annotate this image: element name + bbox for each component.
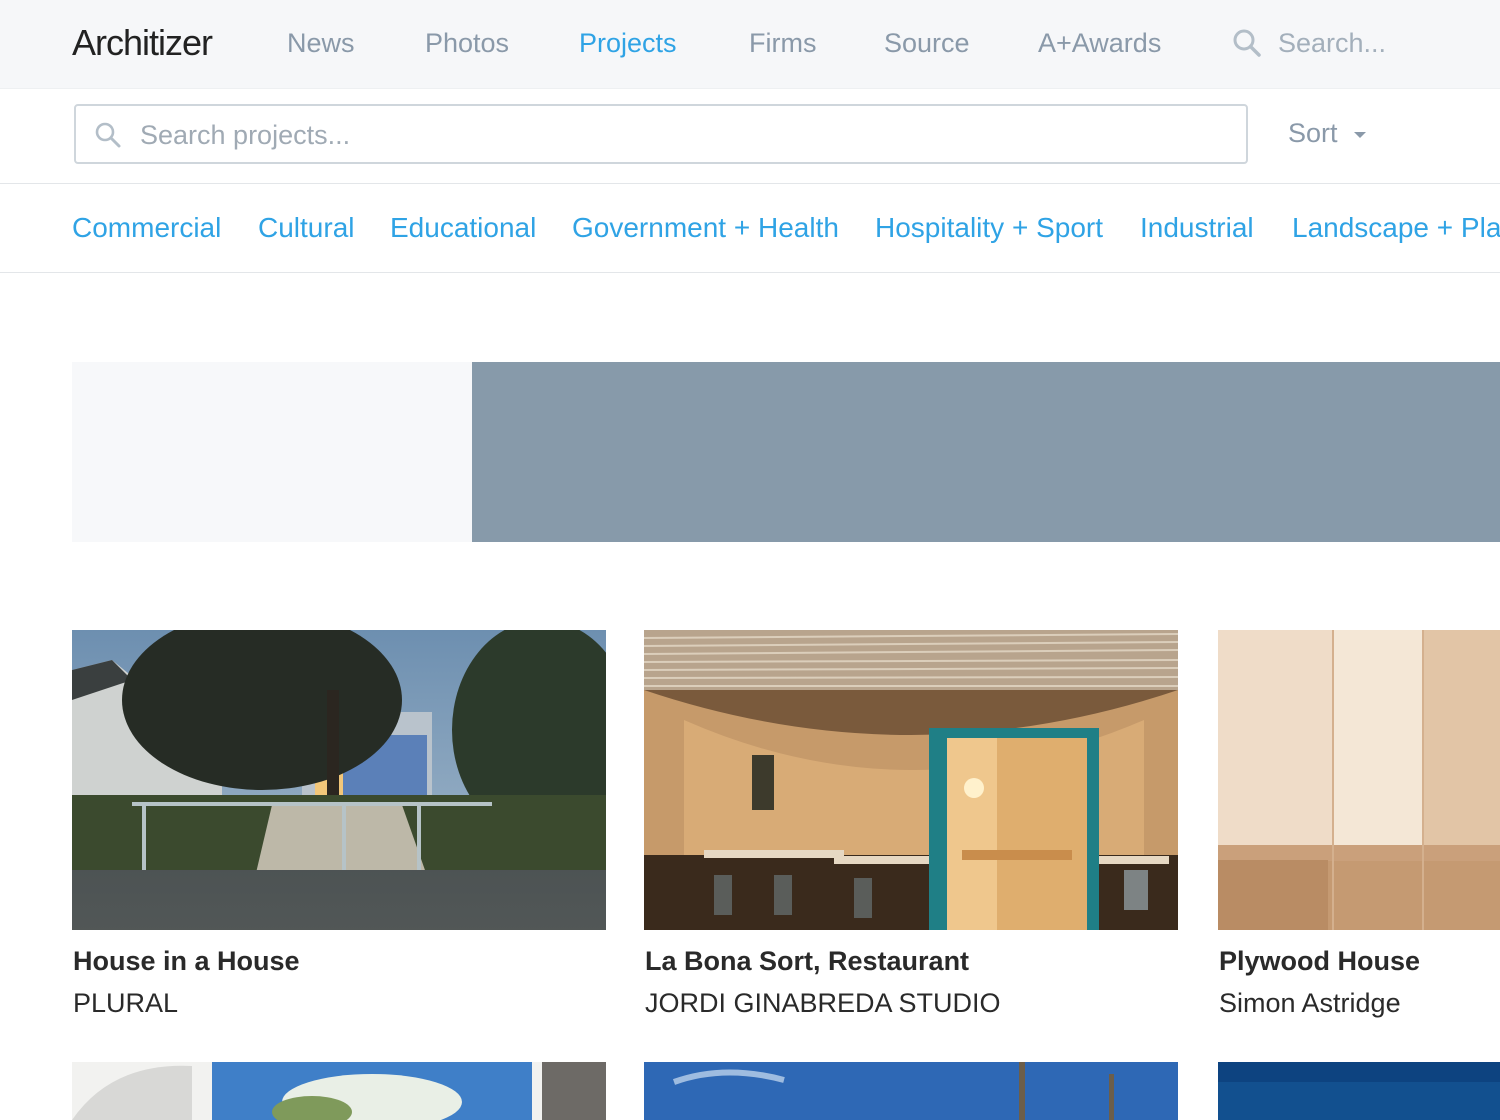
architizer-logo[interactable]: Architizer [72, 22, 213, 64]
global-search[interactable]: Search... [1232, 26, 1500, 66]
top-navigation: Architizer News Photos Projects Firms So… [0, 0, 1500, 89]
nav-source[interactable]: Source [884, 28, 970, 59]
search-icon [95, 122, 121, 148]
project-image[interactable] [644, 630, 1178, 930]
category-filter-bar: Commercial Cultural Educational Governme… [0, 184, 1500, 273]
project-title[interactable]: House in a House [73, 946, 300, 977]
project-firm[interactable]: JORDI GINABREDA STUDIO [645, 988, 1001, 1019]
category-industrial[interactable]: Industrial [1140, 212, 1254, 244]
project-search-box[interactable] [74, 104, 1248, 164]
nav-aplus-awards[interactable]: A+Awards [1038, 28, 1161, 59]
nav-photos[interactable]: Photos [425, 28, 509, 59]
project-image[interactable] [644, 1062, 1178, 1120]
nav-news[interactable]: News [287, 28, 355, 59]
category-government-health[interactable]: Government + Health [572, 212, 839, 244]
search-icon [1233, 29, 1261, 57]
project-image[interactable] [1218, 1062, 1500, 1120]
banner-placeholder-left [72, 362, 472, 542]
sort-dropdown[interactable]: Sort [1288, 118, 1338, 149]
category-commercial[interactable]: Commercial [72, 212, 221, 244]
project-search-input[interactable] [138, 114, 1222, 156]
project-image[interactable] [72, 1062, 606, 1120]
project-firm[interactable]: Simon Astridge [1219, 988, 1401, 1019]
project-image[interactable] [72, 630, 606, 930]
nav-projects[interactable]: Projects [579, 28, 677, 59]
project-title[interactable]: Plywood House [1219, 946, 1420, 977]
banner-ad[interactable] [472, 362, 1500, 542]
category-educational[interactable]: Educational [390, 212, 536, 244]
project-title[interactable]: La Bona Sort, Restaurant [645, 946, 969, 977]
nav-firms[interactable]: Firms [749, 28, 816, 59]
project-search-bar: Sort [0, 88, 1500, 184]
project-firm[interactable]: PLURAL [73, 988, 178, 1019]
category-hospitality-sport[interactable]: Hospitality + Sport [875, 212, 1103, 244]
global-search-placeholder[interactable]: Search... [1278, 28, 1386, 59]
category-cultural[interactable]: Cultural [258, 212, 354, 244]
category-landscape-planning[interactable]: Landscape + Pla [1292, 212, 1500, 244]
chevron-down-icon[interactable] [1354, 132, 1366, 138]
project-image[interactable] [1218, 630, 1500, 930]
